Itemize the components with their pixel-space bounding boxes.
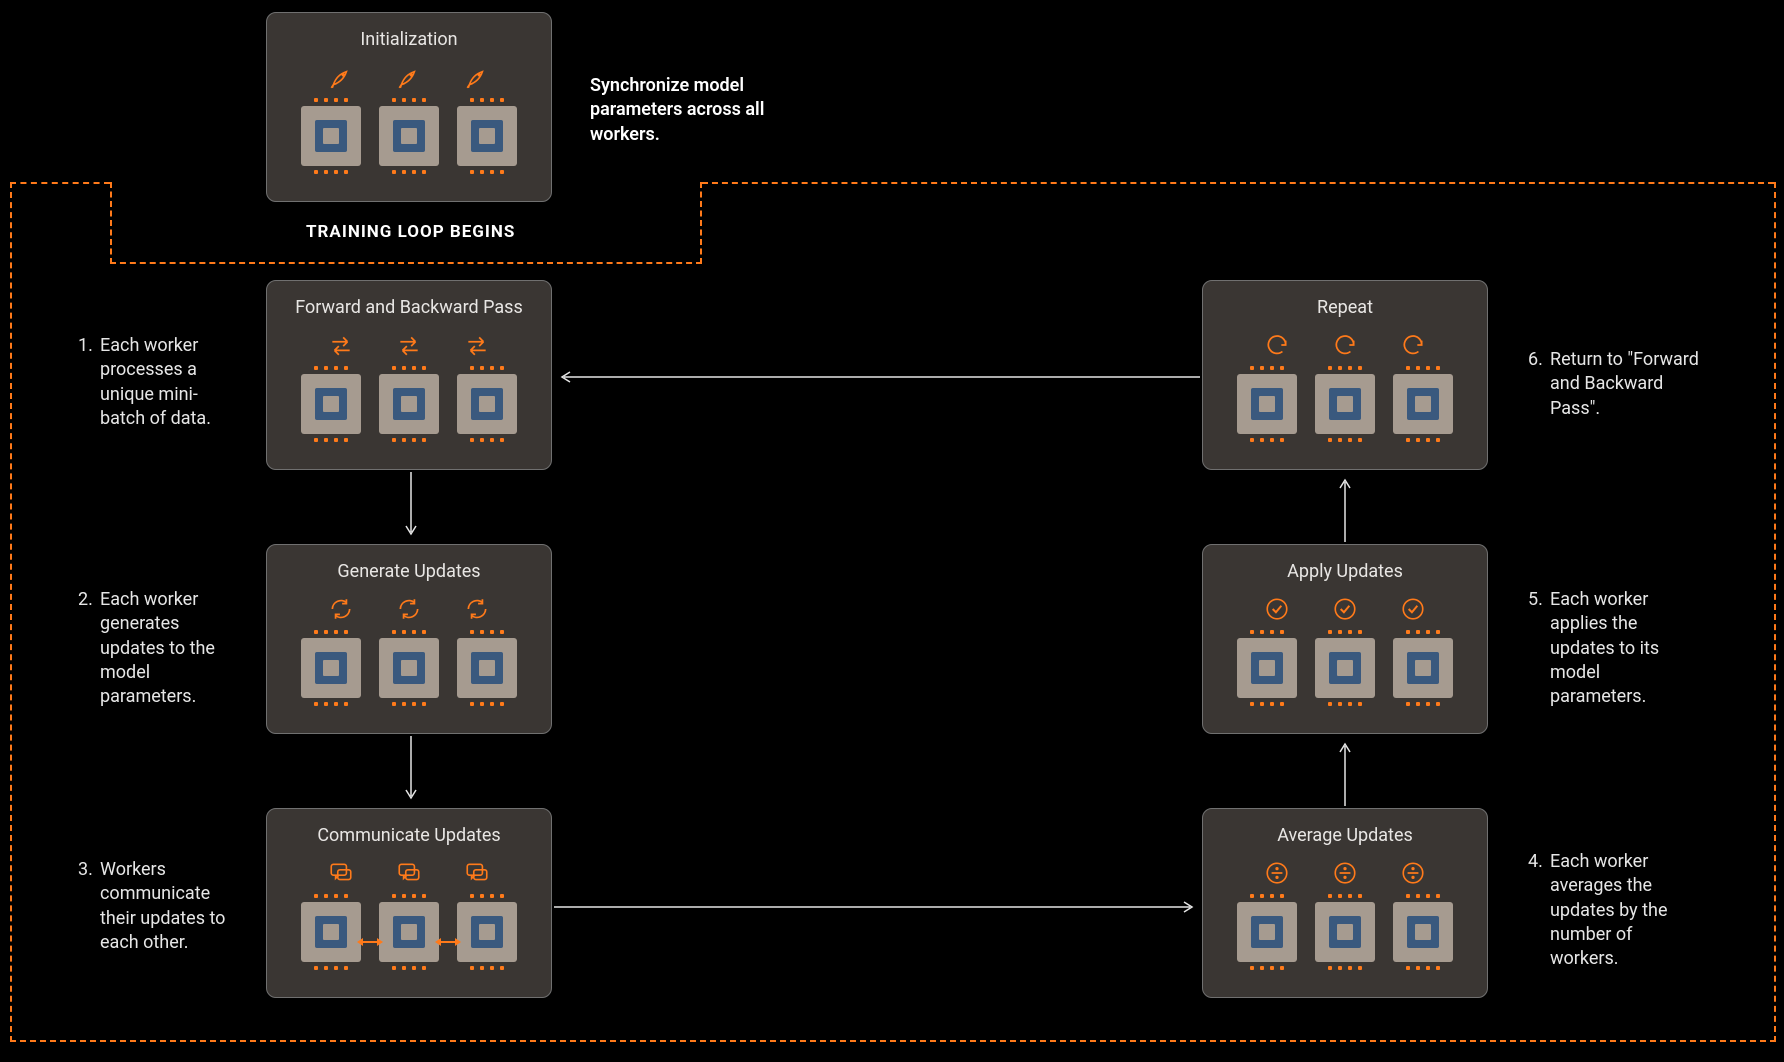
node-communicate-updates: Communicate Updates — [266, 808, 552, 998]
undo-icon — [1264, 332, 1290, 358]
chip-icon — [1393, 902, 1453, 962]
loop-border — [10, 182, 12, 1042]
chip-icon — [301, 638, 361, 698]
loop-border — [1774, 182, 1776, 1042]
arrow-down — [404, 736, 418, 806]
chip-icon — [379, 106, 439, 166]
loop-border — [10, 1040, 1776, 1042]
loop-border — [700, 182, 702, 264]
step-2-text: 2.Each worker generates updates to the m… — [100, 588, 240, 709]
chat-icon — [328, 860, 354, 886]
chip-icon — [379, 902, 439, 962]
chip-icon — [457, 374, 517, 434]
divide-icon — [1264, 860, 1290, 886]
chip-icon — [1393, 374, 1453, 434]
step-6-text: 6.Return to "Forward and Backward Pass". — [1550, 348, 1700, 421]
arrows-bidir-icon — [464, 332, 490, 358]
chat-icon — [396, 860, 422, 886]
chip-icon — [301, 106, 361, 166]
loop-border — [10, 182, 110, 184]
step-1-text: 1.Each worker processes a unique mini-ba… — [100, 334, 240, 431]
step-3-text: 3.Workers communicate their updates to e… — [100, 858, 240, 955]
arrows-bidir-icon — [396, 332, 422, 358]
chip-icon — [379, 374, 439, 434]
rocket-icon — [396, 64, 422, 90]
node-average-updates: Average Updates — [1202, 808, 1488, 998]
loop-border — [110, 182, 112, 264]
step-5-text: 5.Each worker applies the updates to its… — [1550, 588, 1700, 709]
divide-icon — [1400, 860, 1426, 886]
chip-icon — [1237, 902, 1297, 962]
chip-icon — [301, 374, 361, 434]
node-title: Communicate Updates — [317, 825, 500, 846]
node-title: Generate Updates — [337, 561, 480, 582]
chip-row — [279, 98, 539, 174]
node-title: Average Updates — [1277, 825, 1413, 846]
chip-icon — [379, 638, 439, 698]
check-circle-icon — [1400, 596, 1426, 622]
diagram-canvas: TRAINING LOOP BEGINS Synchronize model p… — [0, 0, 1784, 1062]
node-forward-backward: Forward and Backward Pass — [266, 280, 552, 470]
chip-connector — [435, 938, 461, 946]
node-icons — [1215, 858, 1475, 888]
divide-icon — [1332, 860, 1358, 886]
arrows-bidir-icon — [328, 332, 354, 358]
undo-icon — [1332, 332, 1358, 358]
loop-border — [110, 262, 702, 264]
arrow-up — [1338, 472, 1352, 542]
arrow-up — [1338, 736, 1352, 806]
node-icons — [279, 62, 539, 92]
node-icons — [279, 858, 539, 888]
chip-icon — [457, 106, 517, 166]
sync-icon — [396, 596, 422, 622]
chip-icon — [1315, 374, 1375, 434]
sync-icon — [464, 596, 490, 622]
sync-icon — [328, 596, 354, 622]
node-initialization: Initialization — [266, 12, 552, 202]
step-4-text: 4.Each worker averages the updates by th… — [1550, 850, 1700, 971]
node-repeat: Repeat — [1202, 280, 1488, 470]
node-generate-updates: Generate Updates — [266, 544, 552, 734]
arrow-down — [404, 472, 418, 542]
node-title: Apply Updates — [1287, 561, 1403, 582]
node-icons — [1215, 330, 1475, 360]
rocket-icon — [464, 64, 490, 90]
chip-icon — [1315, 638, 1375, 698]
check-circle-icon — [1332, 596, 1358, 622]
node-title: Repeat — [1317, 297, 1373, 318]
undo-icon — [1400, 332, 1426, 358]
node-icons — [279, 330, 539, 360]
chat-icon — [464, 860, 490, 886]
check-circle-icon — [1264, 596, 1290, 622]
chip-icon — [1237, 638, 1297, 698]
node-icons — [1215, 594, 1475, 624]
node-title: Initialization — [360, 29, 457, 50]
chip-icon — [1237, 374, 1297, 434]
node-icons — [279, 594, 539, 624]
node-title: Forward and Backward Pass — [295, 297, 523, 318]
chip-icon — [457, 638, 517, 698]
arrow-right — [554, 900, 1200, 914]
initialization-description: Synchronize model parameters across all … — [590, 74, 780, 147]
rocket-icon — [328, 64, 354, 90]
chip-icon — [1393, 638, 1453, 698]
training-loop-label: TRAINING LOOP BEGINS — [306, 222, 515, 242]
arrow-left — [554, 370, 1200, 384]
chip-icon — [1315, 902, 1375, 962]
chip-icon — [301, 902, 361, 962]
chip-icon — [457, 902, 517, 962]
node-apply-updates: Apply Updates — [1202, 544, 1488, 734]
loop-border — [702, 182, 1774, 184]
chip-connector — [357, 938, 383, 946]
